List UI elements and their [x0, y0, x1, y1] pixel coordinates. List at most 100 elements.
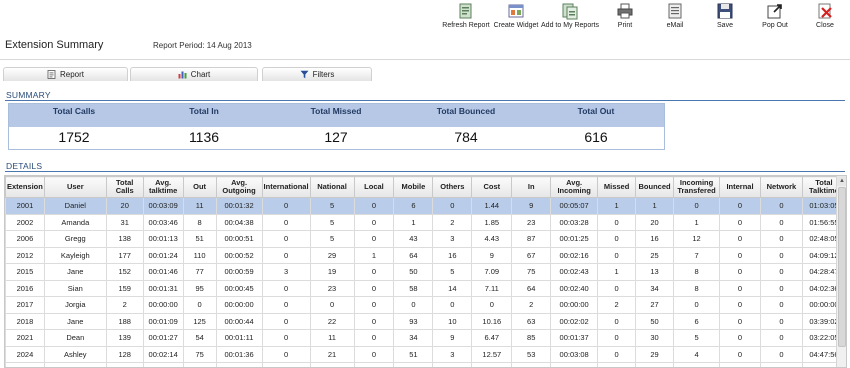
table-cell: 7.09: [471, 263, 513, 281]
table-cell: 34: [393, 329, 434, 347]
column-header[interactable]: Avg. talktime: [142, 176, 184, 198]
table-row[interactable]: 2001 Daniel 20 00:03:09 11 00:01:32 0 5 0 6 0 1.44 9…: [5, 197, 846, 215]
table-cell: 19: [309, 263, 355, 281]
create-widget-icon: [508, 4, 524, 18]
table-row[interactable]: 2016 Sian 159 00:01:31 95 00:00:45 0 23 0 58 14 7.1…: [5, 279, 846, 297]
table-cell: 0: [635, 362, 675, 367]
add-to-my-reports-button[interactable]: Add to My Reports: [541, 2, 599, 32]
table-cell: 0: [261, 312, 311, 330]
table-cell: 0: [393, 362, 434, 367]
table-cell: Fax: [43, 362, 107, 367]
table-scrollbar[interactable]: ▲: [836, 176, 846, 367]
table-cell: 64: [511, 279, 552, 297]
table-cell: 00:01:09: [142, 312, 184, 330]
column-header[interactable]: Others: [432, 176, 473, 198]
table-cell: 23: [309, 279, 355, 297]
column-header[interactable]: Avg. Outgoing: [215, 176, 263, 198]
column-header[interactable]: Missed: [597, 176, 637, 198]
table-cell: 54: [182, 329, 217, 347]
table-cell: 0: [471, 296, 513, 314]
table-row[interactable]: 2024 Ashley 128 00:02:14 75 00:01:36 0 21 0 51 3 12…: [5, 345, 846, 363]
column-header[interactable]: In: [511, 176, 552, 198]
table-cell: 00:02:02: [550, 312, 599, 330]
column-header[interactable]: Network: [759, 176, 803, 198]
table-cell: 75: [182, 345, 217, 363]
column-header[interactable]: Local: [353, 176, 395, 198]
tab-chart-label: Chart: [190, 70, 211, 79]
column-header[interactable]: Cost: [471, 176, 513, 198]
table-cell: 9: [432, 329, 473, 347]
column-header[interactable]: Bounced: [635, 176, 675, 198]
table-cell: 14: [432, 279, 473, 297]
table-cell: 3: [432, 230, 473, 248]
table-row[interactable]: 2015 Jane 152 00:01:46 77 00:00:59 3 19 0 50 5 7.09…: [5, 263, 846, 281]
total-out-value: 616: [584, 129, 608, 145]
table-cell: 23: [511, 213, 552, 231]
table-cell: 8: [673, 279, 721, 297]
table-cell: 0: [719, 312, 761, 330]
chart-icon: [178, 71, 187, 79]
refresh-report-button[interactable]: Refresh Report: [441, 2, 491, 32]
column-header[interactable]: Avg. Incoming: [550, 176, 599, 198]
table-row[interactable]: 2017 Jorgia 2 00:00:00 0 00:00:00 0 0 0 0 0 0 2 00:00…: [5, 296, 846, 314]
scroll-up-arrow-icon[interactable]: ▲: [837, 176, 846, 186]
table-cell: 0: [759, 362, 803, 367]
create-widget-button[interactable]: Create Widget: [492, 2, 540, 32]
total-bounced-label: Total Bounced: [436, 106, 496, 116]
table-cell: 0: [353, 213, 395, 231]
report-icon: [47, 70, 56, 79]
email-button[interactable]: eMail: [662, 2, 688, 32]
column-header[interactable]: Out: [182, 176, 217, 198]
title-bar: Extension Summary Report Period: 14 Aug …: [0, 34, 850, 60]
table-row[interactable]: 2021 Dean 139 00:01:27 54 00:01:11 0 11 0 34 9 6.47…: [5, 329, 846, 347]
close-button[interactable]: Close: [812, 2, 838, 32]
column-header[interactable]: National: [309, 176, 355, 198]
table-cell: 64: [393, 246, 434, 264]
table-cell: 00:00:43: [215, 362, 263, 367]
table-cell: 00:00:52: [215, 246, 263, 264]
pop-out-icon: [767, 4, 782, 19]
table-cell: 0: [759, 296, 803, 314]
pop-out-button[interactable]: Pop Out: [760, 2, 790, 32]
table-cell: 10: [432, 312, 473, 330]
column-header[interactable]: International: [261, 176, 311, 198]
column-header[interactable]: Mobile: [393, 176, 434, 198]
table-cell: 139: [105, 329, 144, 347]
column-header[interactable]: Incoming Transfered: [673, 176, 721, 198]
email-label: eMail: [666, 22, 684, 29]
table-cell: 0: [261, 213, 311, 231]
table-row[interactable]: 2002 Amanda 31 00:03:46 8 00:04:38 0 5 0 1 2 1.85 23…: [5, 213, 846, 231]
column-header[interactable]: Extension: [5, 176, 45, 198]
table-cell: 16: [432, 246, 473, 264]
tab-report[interactable]: Report: [3, 67, 128, 81]
table-row[interactable]: 2006 Gregg 138 00:01:13 51 00:00:51 0 5 0 43 3 4.43…: [5, 230, 846, 248]
tab-filters[interactable]: Filters: [262, 67, 372, 81]
table-cell: 0: [182, 296, 217, 314]
toolbar: Refresh Report Create Widget Add to My R…: [0, 0, 850, 32]
table-cell: 5: [309, 197, 355, 215]
table-cell: 2016: [5, 279, 45, 297]
report-period: Report Period: 14 Aug 2013: [153, 41, 252, 50]
table-cell: 159: [105, 279, 144, 297]
table-row[interactable]: 2029Fax200:00:43200:00:43020000.08000:00…: [5, 362, 846, 367]
tab-chart[interactable]: Chart: [130, 67, 258, 81]
column-header[interactable]: Internal: [719, 176, 761, 198]
table-cell: 2: [511, 296, 552, 314]
table-cell: 20: [105, 197, 144, 215]
table-cell: 00:01:37: [550, 329, 599, 347]
table-row[interactable]: 2012 Kayleigh 177 00:01:24 110 00:00:52 0 29 1 64…: [5, 246, 846, 264]
table-cell: 0: [759, 230, 803, 248]
summary-title: SUMMARY: [6, 90, 51, 100]
table-cell: Ashley: [43, 345, 107, 363]
table-cell: 16: [635, 230, 675, 248]
table-cell: 0: [759, 279, 803, 297]
total-out-label: Total Out: [577, 106, 615, 116]
print-button[interactable]: Print: [612, 2, 638, 32]
table-row[interactable]: 2018 Jane 188 00:01:09 125 00:00:44 0 22 0 93 10 10…: [5, 312, 846, 330]
scroll-thumb[interactable]: [838, 187, 846, 347]
save-button[interactable]: Save: [712, 2, 738, 32]
tab-report-label: Report: [59, 70, 84, 79]
table-cell: 2018: [5, 312, 45, 330]
column-header[interactable]: Total Calls: [105, 176, 144, 198]
column-header[interactable]: User: [43, 176, 107, 198]
